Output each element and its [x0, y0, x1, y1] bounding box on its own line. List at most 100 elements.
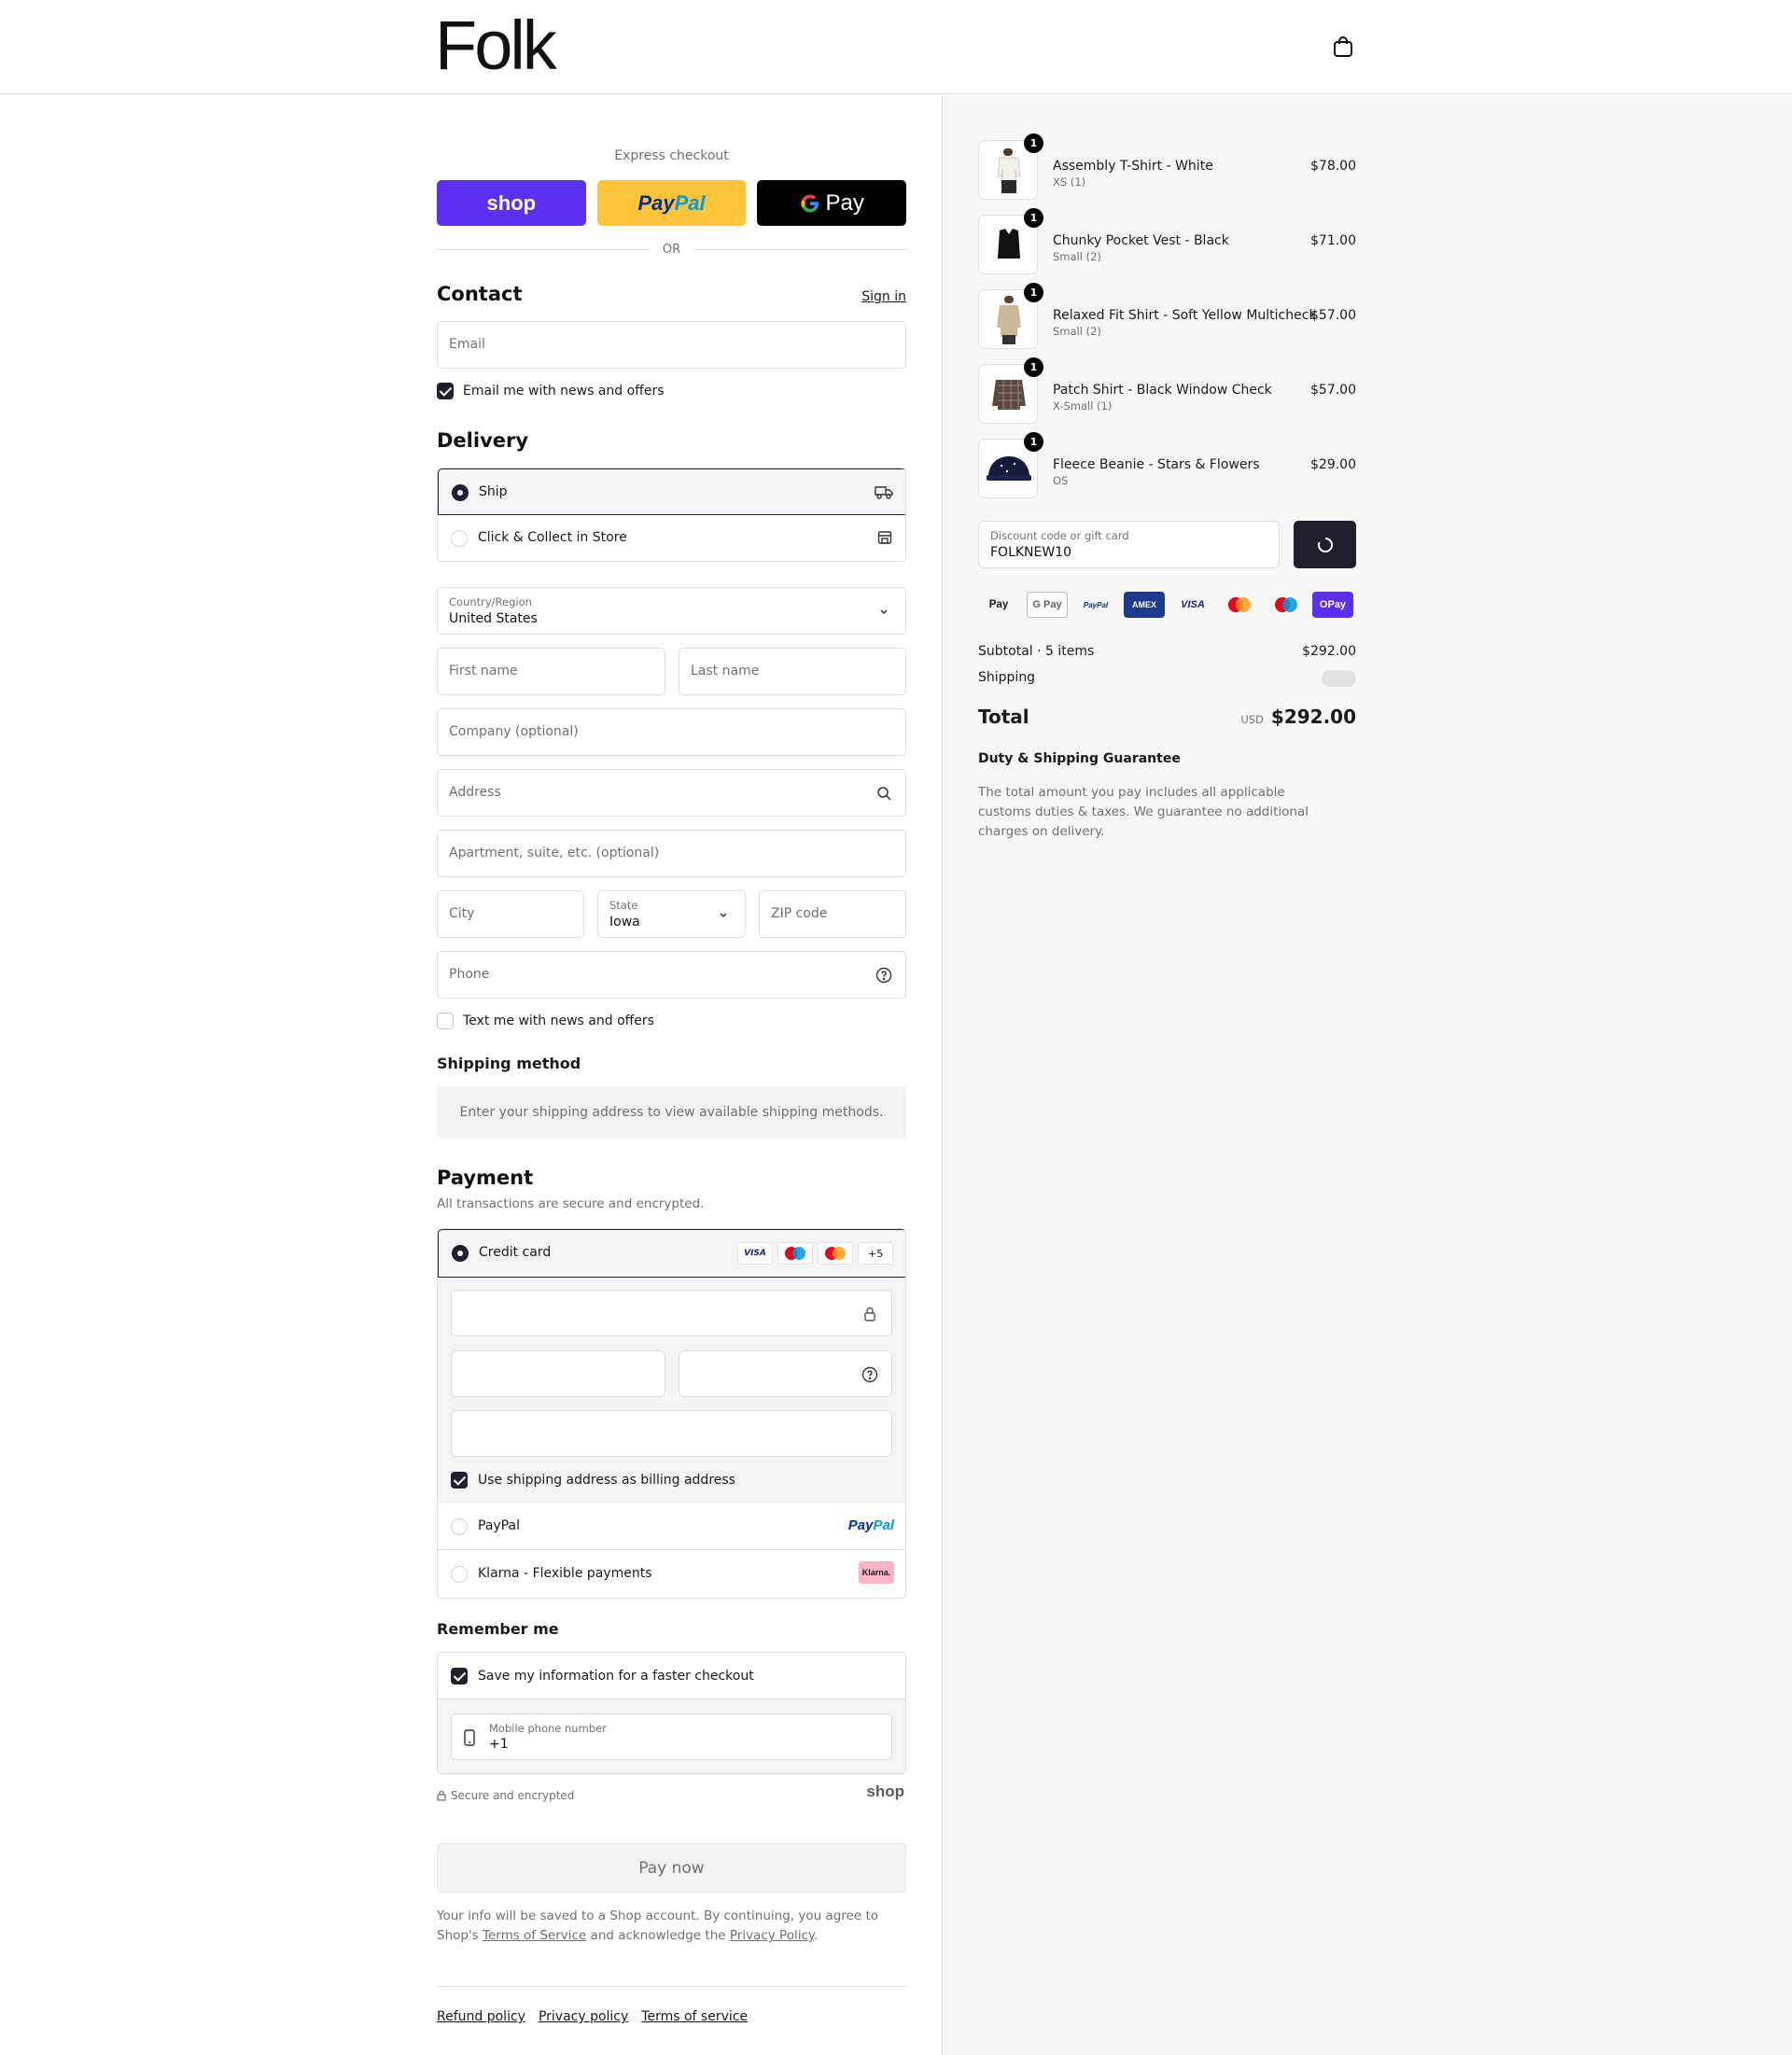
paypal-option[interactable]: PayPal PayPal: [438, 1503, 905, 1550]
store-logo[interactable]: Folk: [435, 11, 557, 80]
state-label: State: [609, 899, 638, 912]
contact-heading: Contact: [437, 283, 523, 305]
subtotal-label: Subtotal · 5 items: [978, 644, 1095, 659]
shop-pay-button[interactable]: shop: [437, 180, 586, 226]
save-info-row[interactable]: Save my information for a faster checkou…: [438, 1653, 905, 1699]
state-value: Iowa: [609, 915, 640, 930]
address-field[interactable]: Address: [437, 769, 906, 817]
total-amount: USD $292.00: [1240, 706, 1356, 728]
terms-link[interactable]: Terms of Service: [483, 1928, 586, 1943]
city-placeholder: City: [449, 906, 475, 921]
shop-brand-logo: shop: [866, 1782, 904, 1800]
city-field[interactable]: City: [437, 890, 584, 938]
paypal-label: PayPal: [478, 1518, 520, 1533]
card-number-field[interactable]: [451, 1290, 892, 1336]
company-placeholder: Company (optional): [449, 724, 579, 739]
search-icon: [877, 787, 891, 801]
divider-line: [693, 249, 907, 250]
legal-text: Your info will be saved to a Shop accoun…: [437, 1907, 906, 1946]
billing-address-checkbox[interactable]: [451, 1472, 468, 1489]
paypal-label-2: Pal: [674, 190, 706, 215]
item-price: $57.00: [1310, 383, 1356, 398]
discount-label: Discount code or gift card: [990, 529, 1129, 542]
terms-of-service-link[interactable]: Terms of service: [641, 2009, 748, 2024]
privacy-policy-link[interactable]: Privacy policy: [539, 2009, 628, 2024]
item-price: $71.00: [1310, 233, 1356, 248]
name-on-card-field[interactable]: [451, 1410, 892, 1457]
country-select[interactable]: Country/Region United States: [437, 587, 906, 635]
zip-placeholder: ZIP code: [771, 906, 828, 921]
quantity-badge: 1: [1024, 432, 1043, 452]
apartment-field[interactable]: Apartment, suite, etc. (optional): [437, 830, 906, 877]
cart-item: 1 Patch Shirt - Black Window Check X-Sma…: [978, 357, 1356, 424]
privacy-link[interactable]: Privacy Policy: [730, 1928, 814, 1943]
apply-discount-button[interactable]: [1294, 521, 1356, 568]
email-news-checkbox[interactable]: [437, 383, 454, 399]
sign-in-link[interactable]: Sign in: [861, 289, 906, 304]
state-select[interactable]: State Iowa: [597, 890, 746, 938]
save-info-checkbox[interactable]: [451, 1668, 468, 1685]
paypal-icon: PayPal: [1083, 600, 1109, 609]
credit-card-radio[interactable]: [452, 1245, 469, 1262]
ship-radio[interactable]: [452, 484, 469, 501]
paypal-radio[interactable]: [451, 1518, 468, 1535]
last-name-field[interactable]: Last name: [679, 648, 906, 695]
phone-field[interactable]: Phone: [437, 951, 906, 999]
amex-icon: AMEX: [1124, 592, 1165, 618]
apartment-placeholder: Apartment, suite, etc. (optional): [449, 846, 660, 860]
item-name: Assembly T-Shirt - White: [1053, 159, 1213, 174]
click-collect-radio[interactable]: [451, 530, 468, 547]
klarna-logo: Klarna.: [859, 1561, 894, 1584]
company-field[interactable]: Company (optional): [437, 708, 906, 756]
help-circle-icon[interactable]: [875, 967, 892, 984]
klarna-radio[interactable]: [451, 1566, 468, 1583]
credit-card-option[interactable]: Credit card VISA +5: [438, 1229, 905, 1278]
zip-field[interactable]: ZIP code: [759, 890, 906, 938]
expiration-date-field[interactable]: [451, 1350, 665, 1397]
save-info-label: Save my information for a faster checkou…: [478, 1669, 754, 1684]
currency-code: USD: [1240, 713, 1264, 726]
delivery-heading: Delivery: [437, 429, 529, 452]
paypal-button[interactable]: Pay Pal: [596, 180, 747, 226]
email-placeholder: Email: [449, 337, 485, 352]
pay-now-button[interactable]: Pay now: [437, 1843, 906, 1893]
google-pay-button[interactable]: Pay: [757, 180, 907, 226]
item-variant: OS: [1053, 474, 1069, 487]
subtotal-value: $292.00: [1302, 644, 1356, 659]
paypal-logo-2: Pal: [873, 1517, 894, 1533]
discount-code-field[interactable]: Discount code or gift card FOLKNEW10: [978, 521, 1280, 568]
item-variant: XS (1): [1053, 175, 1086, 189]
refund-policy-link[interactable]: Refund policy: [437, 2009, 525, 2024]
item-price: $57.00: [1310, 308, 1356, 323]
footer-links: Refund policy Privacy policy Terms of se…: [437, 2009, 748, 2024]
first-name-field[interactable]: First name: [437, 648, 665, 695]
product-thumbnail: 1: [978, 432, 1043, 498]
mobile-phone-field[interactable]: Mobile phone number +1: [451, 1713, 892, 1760]
google-pay-label: Pay: [825, 189, 864, 216]
security-code-field[interactable]: [679, 1350, 892, 1397]
guarantee-text: The total amount you pay includes all ap…: [978, 785, 1309, 839]
mastercard-icon: [1219, 592, 1260, 618]
text-news-checkbox[interactable]: [437, 1013, 454, 1029]
header: Folk: [0, 0, 1792, 94]
shopping-bag-icon[interactable]: [1333, 35, 1353, 58]
click-collect-label: Click & Collect in Store: [478, 530, 627, 545]
product-thumbnail: 1: [978, 208, 1043, 274]
remember-box: Save my information for a faster checkou…: [437, 1652, 906, 1774]
item-variant: X-Small (1): [1053, 399, 1113, 412]
click-collect-option[interactable]: Click & Collect in Store: [438, 515, 905, 561]
last-name-placeholder: Last name: [691, 664, 760, 678]
item-price: $78.00: [1310, 159, 1356, 174]
klarna-option[interactable]: Klarna - Flexible payments Klarna.: [438, 1550, 905, 1598]
discount-value: FOLKNEW10: [990, 545, 1072, 560]
email-field[interactable]: Email: [437, 321, 906, 369]
more-cards-badge: +5: [858, 1242, 893, 1265]
help-circle-icon[interactable]: [861, 1366, 878, 1383]
product-thumbnail: 1: [978, 133, 1043, 200]
or-divider: OR: [437, 243, 907, 257]
shipping-label: Shipping: [978, 670, 1036, 685]
email-news-label: Email me with news and offers: [463, 384, 665, 398]
quantity-badge: 1: [1024, 357, 1043, 377]
apple-pay-icon: Pay: [988, 599, 1009, 610]
ship-option[interactable]: Ship: [438, 468, 905, 515]
